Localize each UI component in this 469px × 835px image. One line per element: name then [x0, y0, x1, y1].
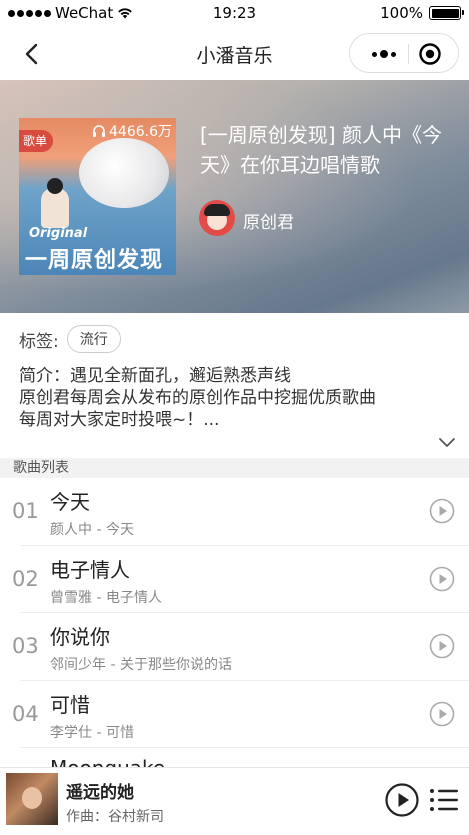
- song-row[interactable]: 03 你说你 邻间少年 - 关于那些你说的话: [0, 613, 469, 681]
- mini-player[interactable]: 遥远的她 作曲：谷村新司: [0, 767, 469, 835]
- description-line: 简介：遇见全新面孔，邂逅熟悉声线: [19, 366, 291, 386]
- status-bar: WeChat 19:23 100%: [0, 0, 469, 28]
- song-artist: 李学仕 - 可惜: [50, 724, 134, 741]
- player-title: 遥远的她: [66, 783, 134, 803]
- play-count: 4466.6万: [92, 121, 172, 141]
- play-circle-icon[interactable]: [429, 498, 455, 524]
- chevron-down-icon[interactable]: [437, 432, 457, 452]
- playlist-header: 歌单 4466.6万 Original 一周原创发现 [一周原创发现] 颜人中《…: [0, 80, 469, 313]
- description-line: 原创君每周会从发布的原创作品中挖掘优质歌曲: [19, 388, 376, 408]
- play-count-value: 4466.6万: [109, 124, 172, 140]
- author-name[interactable]: 原创君: [243, 208, 294, 233]
- battery-icon: [429, 6, 464, 20]
- headphones-icon: [93, 125, 105, 137]
- play-circle-icon[interactable]: [429, 701, 455, 727]
- description-line: 每周对大家定时投喂~！...: [19, 410, 220, 430]
- nav-bar: 小潘音乐: [0, 28, 469, 80]
- cover-name-text: 一周原创发现: [25, 248, 164, 273]
- cover-person: [41, 178, 69, 228]
- battery-percent: 100%: [380, 4, 423, 22]
- playlist-description[interactable]: 简介：遇见全新面孔，邂逅熟悉声线 原创君每周会从发布的原创作品中挖掘优质歌曲 每…: [19, 365, 449, 431]
- playlist-menu-icon[interactable]: [429, 786, 459, 814]
- song-row[interactable]: 01 今天 颜人中 - 今天: [0, 478, 469, 546]
- play-circle-icon[interactable]: [429, 633, 455, 659]
- song-name: 可惜: [50, 692, 90, 717]
- tags-row: 标签: 流行: [19, 325, 121, 353]
- more-icon[interactable]: [364, 44, 404, 64]
- playlist-cover[interactable]: 歌单 4466.6万 Original 一周原创发现: [19, 118, 176, 275]
- tags-label: 标签:: [19, 331, 59, 352]
- song-row[interactable]: 02 电子情人 曾雪雅 - 电子情人: [0, 546, 469, 613]
- capsule-divider: [408, 44, 409, 64]
- song-artist: 邻间少年 - 关于那些你说的话: [50, 657, 232, 673]
- play-icon[interactable]: [385, 783, 419, 817]
- song-index: 03: [12, 634, 39, 658]
- playlist-badge-label: 歌单: [23, 134, 48, 148]
- song-index: 01: [12, 499, 39, 523]
- playlist-title: [一周原创发现] 颜人中《今天》在你耳边唱情歌: [200, 123, 442, 177]
- play-circle-icon[interactable]: [429, 566, 455, 592]
- song-artist: 颜人中 - 今天: [50, 522, 134, 538]
- song-name: 你说你: [50, 625, 110, 649]
- status-right: 100%: [380, 4, 464, 22]
- song-name: 今天: [50, 490, 90, 514]
- author-avatar[interactable]: [199, 200, 235, 236]
- song-artist: 曾雪雅 - 电子情人: [50, 589, 162, 606]
- mini-program-capsule: [349, 33, 459, 73]
- player-cover[interactable]: [6, 773, 58, 825]
- cover-original-text: Original: [29, 226, 88, 241]
- tag-pill[interactable]: 流行: [66, 325, 121, 353]
- song-index: 02: [12, 566, 39, 591]
- close-target-icon[interactable]: [418, 42, 442, 66]
- song-name: 电子情人: [50, 557, 130, 582]
- song-row[interactable]: 04 可惜 李学仕 - 可惜: [0, 681, 469, 748]
- song-list-header: 歌曲列表: [0, 458, 469, 478]
- playlist-badge: 歌单: [19, 130, 54, 152]
- cover-cloud: [79, 138, 169, 208]
- song-list: 01 今天 颜人中 - 今天 02 电子情人 曾雪雅 - 电子情人 03 你说你…: [0, 478, 469, 816]
- player-subtitle: 作曲：谷村新司: [66, 809, 164, 825]
- song-index: 04: [12, 701, 39, 726]
